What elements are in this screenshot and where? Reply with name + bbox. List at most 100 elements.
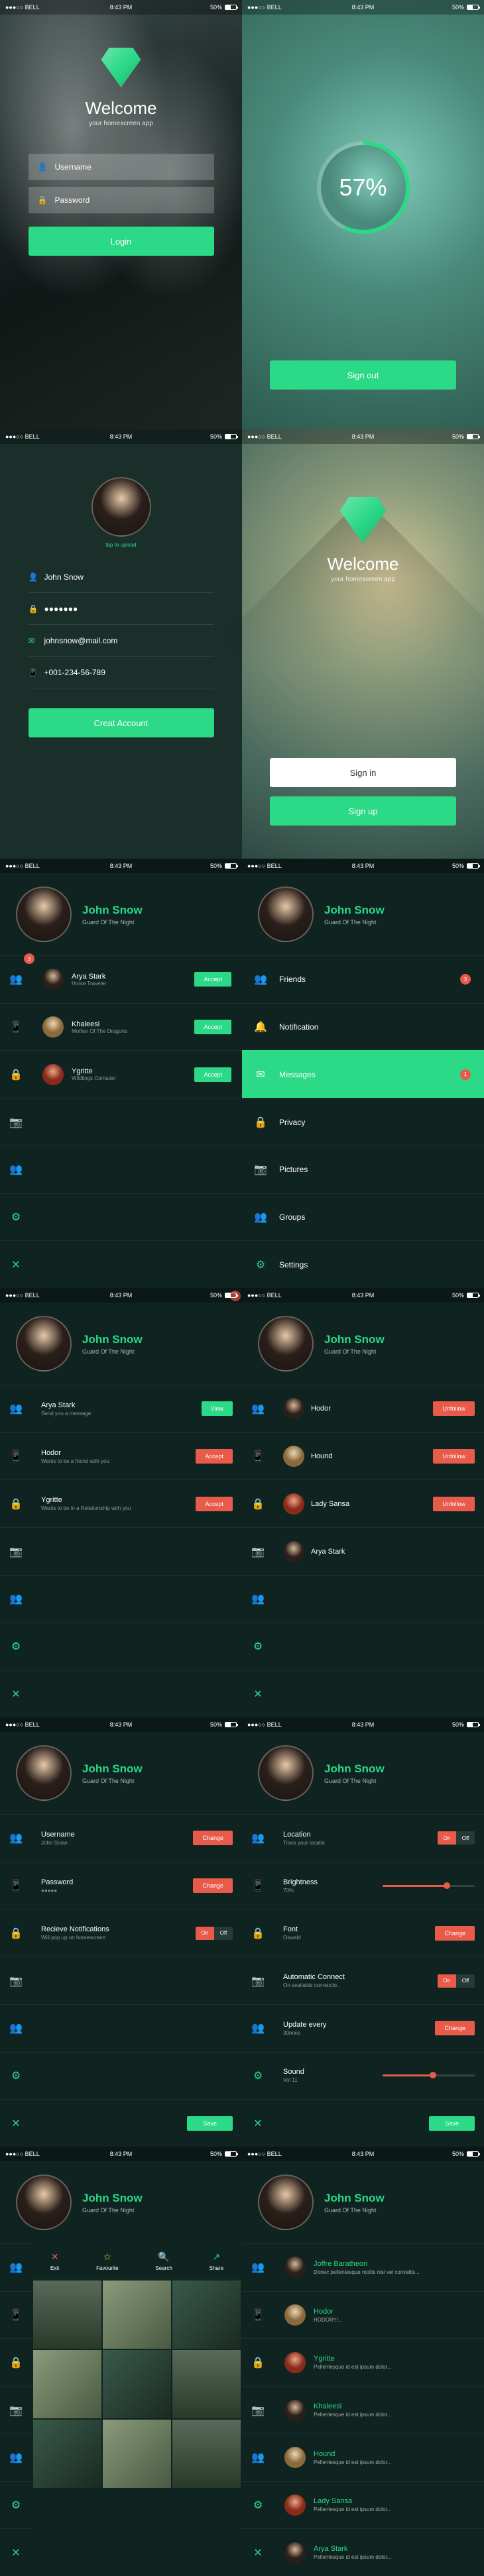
tab-icon[interactable]: 📷	[0, 2386, 32, 2434]
tab-icon[interactable]: 📱	[242, 2291, 274, 2339]
chat-row[interactable]: Lady SansaPellentesque id est ipsum dolo…	[274, 2481, 484, 2529]
tab-icon[interactable]: 👥	[0, 2243, 32, 2291]
tab-icon[interactable]: 👥	[242, 2005, 274, 2052]
tab-icon[interactable]: 📱	[0, 1433, 32, 1480]
menu-item-privacy[interactable]: 🔒 Privacy	[242, 1098, 484, 1146]
chat-row[interactable]: HodorHODOR!!!...	[274, 2291, 484, 2339]
accept-button[interactable]: Accept	[194, 1067, 231, 1082]
follow-row[interactable]: 🔒 Lady Sansa Unfollow	[242, 1479, 484, 1527]
tab-icon[interactable]: ⚙	[0, 1194, 32, 1241]
tab-icon[interactable]: ✕	[0, 2100, 32, 2147]
gallery-thumb[interactable]	[103, 2281, 171, 2349]
menu-item-groups[interactable]: 👥 Groups	[242, 1193, 484, 1241]
save-button[interactable]: Save	[429, 2116, 475, 2131]
signout-button[interactable]: Sign out	[270, 360, 456, 390]
tab-icon[interactable]: 📱	[242, 1862, 274, 1909]
unfollow-button[interactable]: Unfollow	[433, 1449, 475, 1464]
tab-icon[interactable]: 📱	[242, 1433, 274, 1480]
change-button[interactable]: Change	[193, 1878, 233, 1893]
chat-row[interactable]: Arya StarkPellentesque id est ipsum dolo…	[274, 2528, 484, 2576]
tab-icon[interactable]: 📱	[0, 2291, 32, 2339]
tab-icon[interactable]: 🔒	[0, 1480, 32, 1527]
tab-icon[interactable]: ✕	[242, 2528, 274, 2576]
tab-icon[interactable]: 📱	[0, 1862, 32, 1909]
menu-item-messages[interactable]: ✉ Messages1	[242, 1050, 484, 1098]
gallery-action-share[interactable]: ↗Share	[210, 2251, 223, 2271]
request-row[interactable]: 👥2 Arya StarkSend you a message View	[0, 1385, 242, 1432]
accept-button[interactable]: Accept	[196, 1449, 233, 1464]
slider[interactable]	[383, 1885, 475, 1887]
tab-icon[interactable]: 📱	[0, 1004, 32, 1051]
tab-icon[interactable]: ⚙	[242, 2053, 274, 2100]
request-row[interactable]: 📱 HodorWants to be a friend with you Acc…	[0, 1432, 242, 1480]
tab-icon[interactable]: 📷	[0, 1957, 32, 2004]
tab-icon[interactable]: 🔒	[242, 1480, 274, 1527]
tab-icon[interactable]: ⚙	[242, 1623, 274, 1670]
gallery-thumb[interactable]	[172, 2350, 241, 2418]
username-input[interactable]: 👤Username	[29, 154, 214, 180]
tab-icon[interactable]: ✕	[0, 1241, 32, 1288]
gallery-thumb[interactable]	[103, 2350, 171, 2418]
follow-row[interactable]: 👥 Hodor Unfollow	[242, 1385, 484, 1432]
chat-row[interactable]: HoundPellentesque id est ipsum dolor...	[274, 2434, 484, 2481]
accept-button[interactable]: Accept	[194, 972, 231, 987]
menu-item-friends[interactable]: 👥 Friends3	[242, 955, 484, 1003]
tab-icon[interactable]: 📷	[242, 1957, 274, 2004]
follow-row[interactable]: 📱 Hound Unfollow	[242, 1432, 484, 1480]
tab-icon[interactable]: 👥	[0, 2434, 32, 2481]
tab-icon[interactable]: ✕	[0, 1670, 32, 1717]
gallery-thumb[interactable]	[172, 2281, 241, 2349]
unfollow-button[interactable]: Unfollow	[433, 1401, 475, 1416]
friend-row[interactable]: 📱 KhaleesiMother Of The Dragons Accept	[0, 1003, 242, 1051]
avatar-upload[interactable]	[91, 477, 151, 537]
chat-row[interactable]: KhaleesiPellentesque id est ipsum dolor.…	[274, 2386, 484, 2434]
tab-icon[interactable]: 👥2	[0, 1385, 32, 1432]
name-field[interactable]: 👤John Snow	[29, 561, 214, 593]
create-account-button[interactable]: Creat Account	[29, 708, 214, 737]
change-button[interactable]: Change	[435, 2021, 475, 2035]
tab-icon[interactable]: 📷	[0, 1099, 32, 1146]
menu-item-notification[interactable]: 🔔 Notification	[242, 1003, 484, 1051]
chat-row[interactable]: Joffre BaratheonDonec pellentesque molli…	[274, 2243, 484, 2291]
chat-row[interactable]: YgrittePellentesque id est ipsum dolor..…	[274, 2338, 484, 2386]
tab-icon[interactable]: 📷	[242, 1528, 274, 1575]
tab-icon[interactable]: 👥	[242, 1815, 274, 1862]
gallery-action-exit[interactable]: ✕Exit	[50, 2251, 59, 2271]
unfollow-button[interactable]: Unfollow	[433, 1497, 475, 1511]
friend-row[interactable]: 🔒 YgritteWildlings Comader Accept	[0, 1050, 242, 1098]
tab-icon[interactable]: ⚙	[242, 2481, 274, 2529]
signup-button[interactable]: Sign up	[270, 796, 456, 826]
tab-icon[interactable]: 👥	[0, 1576, 32, 1623]
accept-button[interactable]: Accept	[194, 1020, 231, 1034]
menu-item-settings[interactable]: ⚙ Settings	[242, 1240, 484, 1288]
menu-item-pictures[interactable]: 📷 Pictures	[242, 1146, 484, 1193]
tab-icon[interactable]: 👥	[242, 1576, 274, 1623]
tab-icon[interactable]: 👥	[242, 2434, 274, 2481]
tab-icon[interactable]: ✕	[242, 2100, 274, 2147]
tab-icon[interactable]: ✕	[0, 2528, 32, 2576]
tab-icon[interactable]: 🔒	[242, 2338, 274, 2386]
tab-icon[interactable]: 🔒	[0, 1909, 32, 1957]
gallery-thumb[interactable]	[103, 2420, 171, 2488]
signin-button[interactable]: Sign in	[270, 758, 456, 787]
view-button[interactable]: View	[202, 1401, 233, 1416]
gallery-thumb[interactable]	[33, 2350, 101, 2418]
tab-icon[interactable]: 🔒	[0, 1051, 32, 1098]
gallery-thumb[interactable]	[33, 2281, 101, 2349]
slider[interactable]	[383, 2074, 475, 2076]
save-button[interactable]: Save	[187, 2116, 233, 2131]
tab-icon[interactable]: 👥3	[0, 956, 32, 1003]
tab-icon[interactable]: ⚙	[0, 2481, 32, 2529]
change-button[interactable]: Change	[193, 1831, 233, 1845]
login-button[interactable]: Login	[29, 227, 214, 256]
password-field[interactable]: 🔒●●●●●●●	[29, 593, 214, 625]
tab-icon[interactable]: 👥	[242, 1385, 274, 1432]
change-button[interactable]: Change	[435, 1926, 475, 1941]
tab-icon[interactable]: 📷	[0, 1528, 32, 1575]
request-row[interactable]: 🔒 YgritteWants to be in a Relationship w…	[0, 1479, 242, 1527]
follow-row[interactable]: 📷 Arya Stark	[242, 1527, 484, 1575]
tab-icon[interactable]: 🔒	[0, 2338, 32, 2386]
accept-button[interactable]: Accept	[196, 1497, 233, 1511]
tab-icon[interactable]: ✕	[242, 1670, 274, 1717]
tab-icon[interactable]: ⚙	[0, 1623, 32, 1670]
